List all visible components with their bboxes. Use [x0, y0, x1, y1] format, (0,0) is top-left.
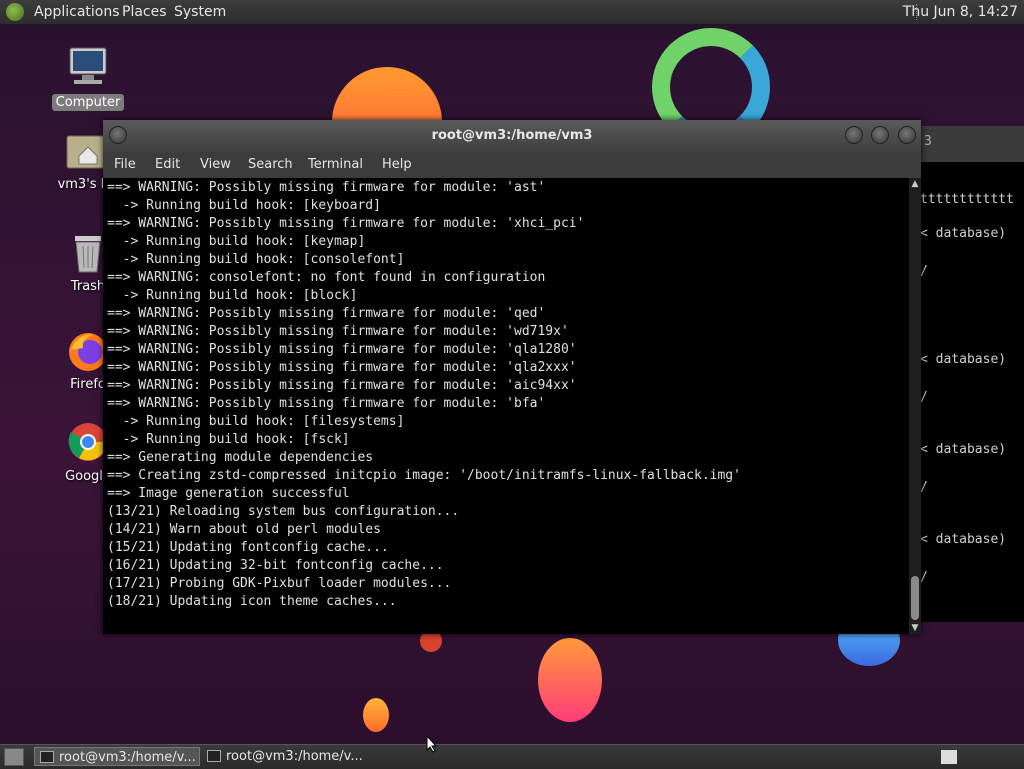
terminal-line: -> Running build hook: [keymap]	[107, 234, 366, 249]
wallpaper-small-orange-circle	[363, 698, 389, 732]
terminal-line: ==> WARNING: Possibly missing firmware f…	[107, 396, 546, 411]
background-terminal-line: < database)	[920, 352, 1007, 367]
desktop-icon-computer[interactable]: Computer	[48, 46, 128, 111]
terminal-menubar: File Edit View Search Terminal Help	[103, 152, 921, 178]
desktop-icon-label: Computer	[51, 94, 125, 111]
taskbar-item-label: root@vm3:/home/v...	[59, 750, 196, 765]
menu-terminal[interactable]: Terminal	[308, 157, 363, 172]
terminal-line: ==> Creating zstd-compressed initcpio im…	[107, 468, 741, 483]
wallpaper-pink-circle	[538, 638, 602, 722]
terminal-line: -> Running build hook: [consolefont]	[107, 252, 405, 267]
bottom-taskbar: root@vm3:/home/v... root@vm3:/home/v...	[0, 744, 1024, 769]
terminal-line: -> Running build hook: [block]	[107, 288, 358, 303]
terminal-line: -> Running build hook: [keyboard]	[107, 198, 381, 213]
terminal-line: ==> WARNING: Possibly missing firmware f…	[107, 378, 577, 393]
minimize-button[interactable]	[845, 126, 863, 144]
terminal-line: ==> WARNING: Possibly missing firmware f…	[107, 324, 569, 339]
background-terminal-line: < database)	[920, 532, 1007, 547]
applications-menu[interactable]: Applications	[34, 4, 120, 20]
background-terminal-line: < database)	[920, 226, 1007, 241]
terminal-line: ==> WARNING: consolefont: no font found …	[107, 270, 546, 285]
terminal-line: (17/21) Probing GDK-Pixbuf loader module…	[107, 576, 452, 591]
terminal-scrollbar[interactable]: ▲ ▼	[909, 178, 921, 634]
background-terminal-window[interactable]: 3 tttttttttttt < database) / < database)…	[910, 126, 1024, 622]
terminal-line: (16/21) Updating 32-bit fontconfig cache…	[107, 558, 444, 573]
background-terminal-line: /	[920, 480, 928, 495]
menu-edit[interactable]: Edit	[155, 157, 180, 172]
terminal-line: -> Running build hook: [fsck]	[107, 432, 350, 447]
taskbar-item-terminal-active[interactable]: root@vm3:/home/v...	[34, 747, 200, 766]
menu-view[interactable]: View	[200, 157, 231, 172]
scroll-up-arrow-icon[interactable]: ▲	[909, 179, 921, 189]
terminal-icon	[40, 751, 54, 763]
background-terminal-line: /	[920, 264, 928, 279]
terminal-line: ==> Generating module dependencies	[107, 450, 374, 465]
terminal-window[interactable]: root@vm3:/home/vm3 File Edit View Search…	[103, 120, 921, 634]
show-desktop-icon[interactable]	[4, 748, 24, 766]
terminal-line: ==> WARNING: Possibly missing firmware f…	[107, 216, 585, 231]
terminal-line: (14/21) Warn about old perl modules	[107, 522, 381, 537]
computer-icon	[69, 47, 107, 84]
menu-search[interactable]: Search	[248, 157, 293, 172]
mouse-cursor-icon	[426, 735, 438, 753]
terminal-line: ==> Image generation successful	[107, 486, 350, 501]
distro-logo-icon[interactable]	[6, 3, 24, 21]
taskbar-item-label: root@vm3:/home/v...	[226, 749, 363, 764]
window-title: root@vm3:/home/vm3	[431, 128, 593, 143]
terminal-line: -> Running build hook: [filesystems]	[107, 414, 405, 429]
close-button[interactable]	[898, 126, 916, 144]
menu-help[interactable]: Help	[382, 157, 412, 172]
terminal-line: (18/21) Updating icon theme caches...	[107, 594, 397, 609]
scroll-thumb[interactable]	[911, 576, 919, 620]
terminal-line: ==> WARNING: Possibly missing firmware f…	[107, 342, 577, 357]
terminal-line: ==> WARNING: Possibly missing firmware f…	[107, 306, 546, 321]
clock[interactable]: Thu Jun 8, 14:27	[903, 4, 1018, 20]
places-menu[interactable]: Places	[122, 4, 167, 20]
top-panel: Applications Places System Thu Jun 8, 14…	[0, 0, 1024, 25]
taskbar-item-terminal[interactable]: root@vm3:/home/v...	[202, 747, 368, 766]
background-terminal-title: 3	[924, 134, 932, 149]
terminal-output[interactable]: ==> WARNING: Possibly missing firmware f…	[103, 178, 909, 634]
background-terminal-line: < database)	[920, 442, 1007, 457]
terminal-line: ==> WARNING: Possibly missing firmware f…	[107, 360, 577, 375]
background-terminal-line: /	[920, 390, 928, 405]
terminal-titlebar[interactable]: root@vm3:/home/vm3	[103, 120, 921, 152]
terminal-icon	[207, 750, 221, 762]
terminal-line: (13/21) Reloading system bus configurati…	[107, 504, 460, 519]
workspace-switcher[interactable]	[940, 749, 958, 765]
system-menu[interactable]: System	[174, 4, 226, 20]
background-terminal-line: tttttttttttt	[920, 192, 1014, 207]
terminal-line: ==> WARNING: Possibly missing firmware f…	[107, 180, 546, 195]
background-terminal-line: /	[920, 570, 928, 585]
terminal-line: (15/21) Updating fontconfig cache...	[107, 540, 389, 555]
menu-file[interactable]: File	[114, 157, 136, 172]
scroll-down-arrow-icon[interactable]: ▼	[909, 623, 921, 633]
maximize-button[interactable]	[871, 126, 889, 144]
